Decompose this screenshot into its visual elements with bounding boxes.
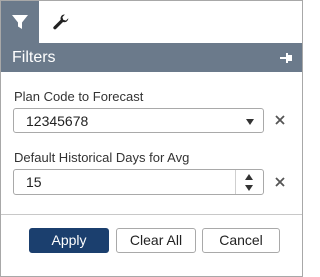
increment-arrow-icon[interactable] xyxy=(245,174,253,180)
clear-all-button[interactable]: Clear All xyxy=(116,228,196,253)
filters-header: Filters xyxy=(1,43,302,72)
tab-strip xyxy=(1,1,302,43)
plan-code-label: Plan Code to Forecast xyxy=(14,89,144,104)
apply-button[interactable]: Apply xyxy=(29,228,109,253)
tab-filters[interactable] xyxy=(1,1,39,43)
historical-days-stepper[interactable]: 15 xyxy=(13,169,264,195)
spinner-divider xyxy=(235,170,236,194)
footer-divider xyxy=(1,214,302,215)
historical-days-label: Default Historical Days for Avg xyxy=(14,150,190,165)
tab-settings[interactable] xyxy=(39,1,83,43)
historical-days-value: 15 xyxy=(26,174,42,190)
clear-historical-days-icon[interactable] xyxy=(273,175,287,189)
pin-icon[interactable] xyxy=(278,50,294,66)
decrement-arrow-icon[interactable] xyxy=(245,185,253,191)
plan-code-dropdown[interactable]: 12345678 xyxy=(13,108,264,133)
plan-code-value: 12345678 xyxy=(26,113,89,129)
wrench-icon xyxy=(53,14,69,30)
chevron-down-icon[interactable] xyxy=(246,119,254,125)
filter-icon xyxy=(12,15,28,29)
filters-panel: Filters Plan Code to Forecast 12345678 D… xyxy=(0,0,303,277)
cancel-button[interactable]: Cancel xyxy=(202,228,280,253)
page-title: Filters xyxy=(12,49,56,66)
clear-plan-code-icon[interactable] xyxy=(273,113,287,127)
